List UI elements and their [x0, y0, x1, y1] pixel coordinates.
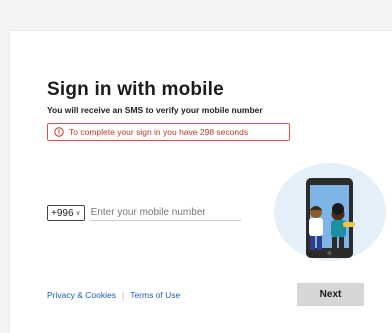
page-title: Sign in with mobile [47, 79, 224, 100]
phone-with-people-illustration [274, 163, 386, 261]
terms-of-use-link[interactable]: Terms of Use [130, 290, 180, 300]
country-code-value: +996 [51, 207, 74, 219]
page-subtitle: You will receive an SMS to verify your m… [47, 105, 263, 115]
next-button[interactable]: Next [297, 283, 364, 306]
link-separator: | [121, 290, 125, 300]
alert-circle-icon [54, 127, 64, 137]
chevron-down-icon: ∨ [75, 210, 81, 217]
privacy-cookies-link[interactable]: Privacy & Cookies [47, 290, 116, 300]
footer-links: Privacy & Cookies | Terms of Use [47, 290, 180, 300]
alert-text: To complete your sign in you have 298 se… [69, 127, 249, 137]
mobile-number-input[interactable] [90, 205, 241, 221]
countdown-alert: To complete your sign in you have 298 se… [47, 123, 290, 141]
country-code-select[interactable]: +996 ∨ [47, 205, 85, 221]
phone-row: +996 ∨ [47, 204, 241, 222]
